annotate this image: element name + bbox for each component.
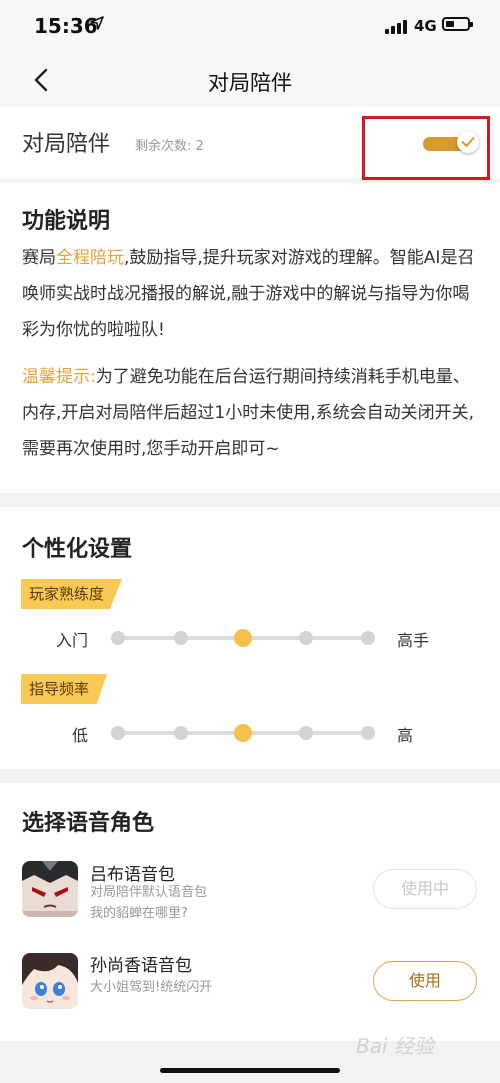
sunshangxiang-avatar [22,953,78,1009]
skill-max-label: 高手 [397,631,430,650]
voice-role-section: 选择语音角色 吕布语音包 对局陪伴默认语音包 我的貂蝉在哪里? 使用中 孙尚香语… [0,783,500,1041]
lubu-pack-name: 吕布语音包 [90,865,175,885]
voice-title: 选择语音角色 [22,811,155,836]
skill-min-label: 入门 [55,631,88,650]
function-title: 功能说明 [22,209,111,234]
watermark: Bai 经验 [356,1034,434,1058]
slider-step-2[interactable] [234,724,252,742]
sunshangxiang-pack-name: 孙尚香语音包 [90,956,192,976]
sunshangxiang-pack-desc: 大小姐驾到!统统闪开 [90,980,213,995]
skill-level-slider[interactable] [110,628,376,648]
sunshangxiang-use-button[interactable]: 使用 [373,961,477,1001]
personalization-title: 个性化设置 [22,537,133,562]
page-title: 对局陪伴 [208,71,292,95]
function-description-section: 功能说明 赛局全程陪玩,鼓励指导,提升玩家对游戏的理解。智能AI是召唤师实战时战… [0,183,500,493]
desc-highlight: 全程陪玩 [56,248,124,268]
personalization-section: 个性化设置 玩家熟练度 入门 高手 指导频率 低 高 [0,507,500,769]
home-indicator [160,1068,340,1073]
remaining-label: 剩余次数: [135,139,192,154]
tip-paragraph: 温馨提示:为了避免功能在后台运行期间持续消耗手机电量、内存,开启对局陪伴后超过1… [22,359,482,467]
slider-step-0[interactable] [111,726,125,740]
signal-icon [385,20,409,34]
lubu-pack-desc: 对局陪伴默认语音包 [90,885,208,900]
guidance-frequency-slider[interactable] [110,723,376,743]
remaining-count: 剩余次数: 2 [135,135,204,154]
lubu-pack-quote: 我的貂蝉在哪里? [90,906,188,921]
toggle-highlight-box [362,116,490,180]
slider-step-1[interactable] [173,631,188,645]
nav-bar: 对局陪伴 [0,55,500,107]
slider-step-4[interactable] [361,726,375,740]
skill-level-tag: 玩家熟练度 [21,579,123,609]
lubu-in-use-button[interactable]: 使用中 [373,869,477,909]
slider-step-3[interactable] [298,726,313,740]
slider-step-3[interactable] [298,631,313,645]
status-bar: 15:36 4G [0,0,500,55]
status-time: 15:36 [34,14,98,38]
network-type: 4G [414,17,437,35]
tip-label: 温馨提示: [22,367,96,387]
slider-step-2[interactable] [234,629,252,647]
slider-step-0[interactable] [111,631,125,645]
slider-step-4[interactable] [361,631,375,645]
location-arrow-icon [90,16,104,30]
lubu-avatar [22,861,78,917]
function-description: 赛局全程陪玩,鼓励指导,提升玩家对游戏的理解。智能AI是召唤师实战时战况播报的解… [22,240,482,348]
frequency-min-label: 低 [71,726,88,745]
slider-step-1[interactable] [173,726,188,740]
remaining-value: 2 [195,139,204,154]
guidance-frequency-tag: 指导频率 [21,674,108,704]
desc-prefix: 赛局 [22,248,56,268]
battery-icon [442,17,473,31]
companion-label: 对局陪伴 [22,132,111,157]
frequency-max-label: 高 [397,726,414,745]
